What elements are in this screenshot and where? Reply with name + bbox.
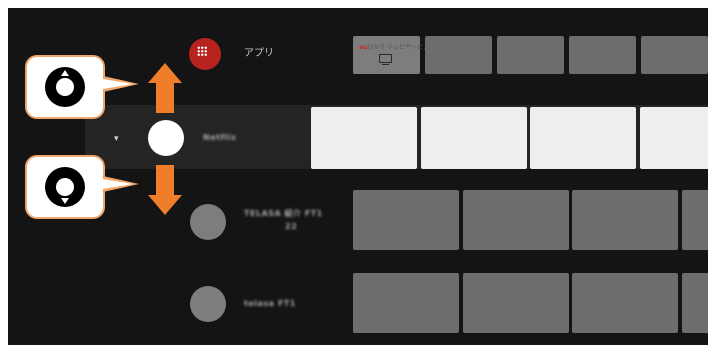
content-tile[interactable] [463, 190, 569, 250]
content-tile[interactable] [682, 273, 708, 333]
callout-tail [103, 179, 133, 189]
app-tile[interactable] [569, 36, 636, 74]
app-tile[interactable] [641, 36, 708, 74]
grid-icon [197, 46, 207, 56]
content-tile[interactable] [353, 273, 459, 333]
tv-icon [379, 54, 392, 65]
remote-up-callout [25, 55, 105, 119]
row3-label-line2: 22 [285, 222, 298, 231]
content-tile[interactable] [353, 190, 459, 250]
callout-tail [103, 79, 133, 89]
up-arrow-icon [148, 63, 182, 113]
content-tile[interactable] [572, 273, 678, 333]
content-tile[interactable] [572, 190, 678, 250]
apps-row-icon[interactable] [189, 38, 221, 70]
au-hikari-logo: auひかり テレビサービス [359, 44, 430, 51]
apps-row-label: アプリ [244, 48, 274, 59]
content-tile[interactable] [311, 107, 417, 169]
app-tile[interactable] [425, 36, 492, 74]
focused-row-icon[interactable] [148, 120, 184, 156]
app-tile[interactable] [497, 36, 564, 74]
au-hikari-tv-tile[interactable]: auひかり テレビサービス [353, 36, 429, 74]
row4-label: telasa FT1 [244, 299, 296, 308]
row-expand-icon[interactable]: ▾ [114, 133, 119, 145]
content-tile[interactable] [463, 273, 569, 333]
content-tile[interactable] [682, 190, 708, 250]
row3-icon[interactable] [190, 204, 226, 240]
down-arrow-icon [148, 165, 182, 215]
remote-dpad-down-icon [45, 167, 85, 207]
content-tile[interactable] [421, 107, 527, 169]
remote-dpad-up-icon [45, 67, 85, 107]
focused-row-label: Netflix [203, 133, 237, 142]
row3-label-line1: TELASA 紹介 FT1 [244, 209, 323, 218]
content-tile[interactable] [640, 107, 708, 169]
row4-icon[interactable] [190, 286, 226, 322]
content-tile[interactable] [530, 107, 636, 169]
remote-down-callout [25, 155, 105, 219]
